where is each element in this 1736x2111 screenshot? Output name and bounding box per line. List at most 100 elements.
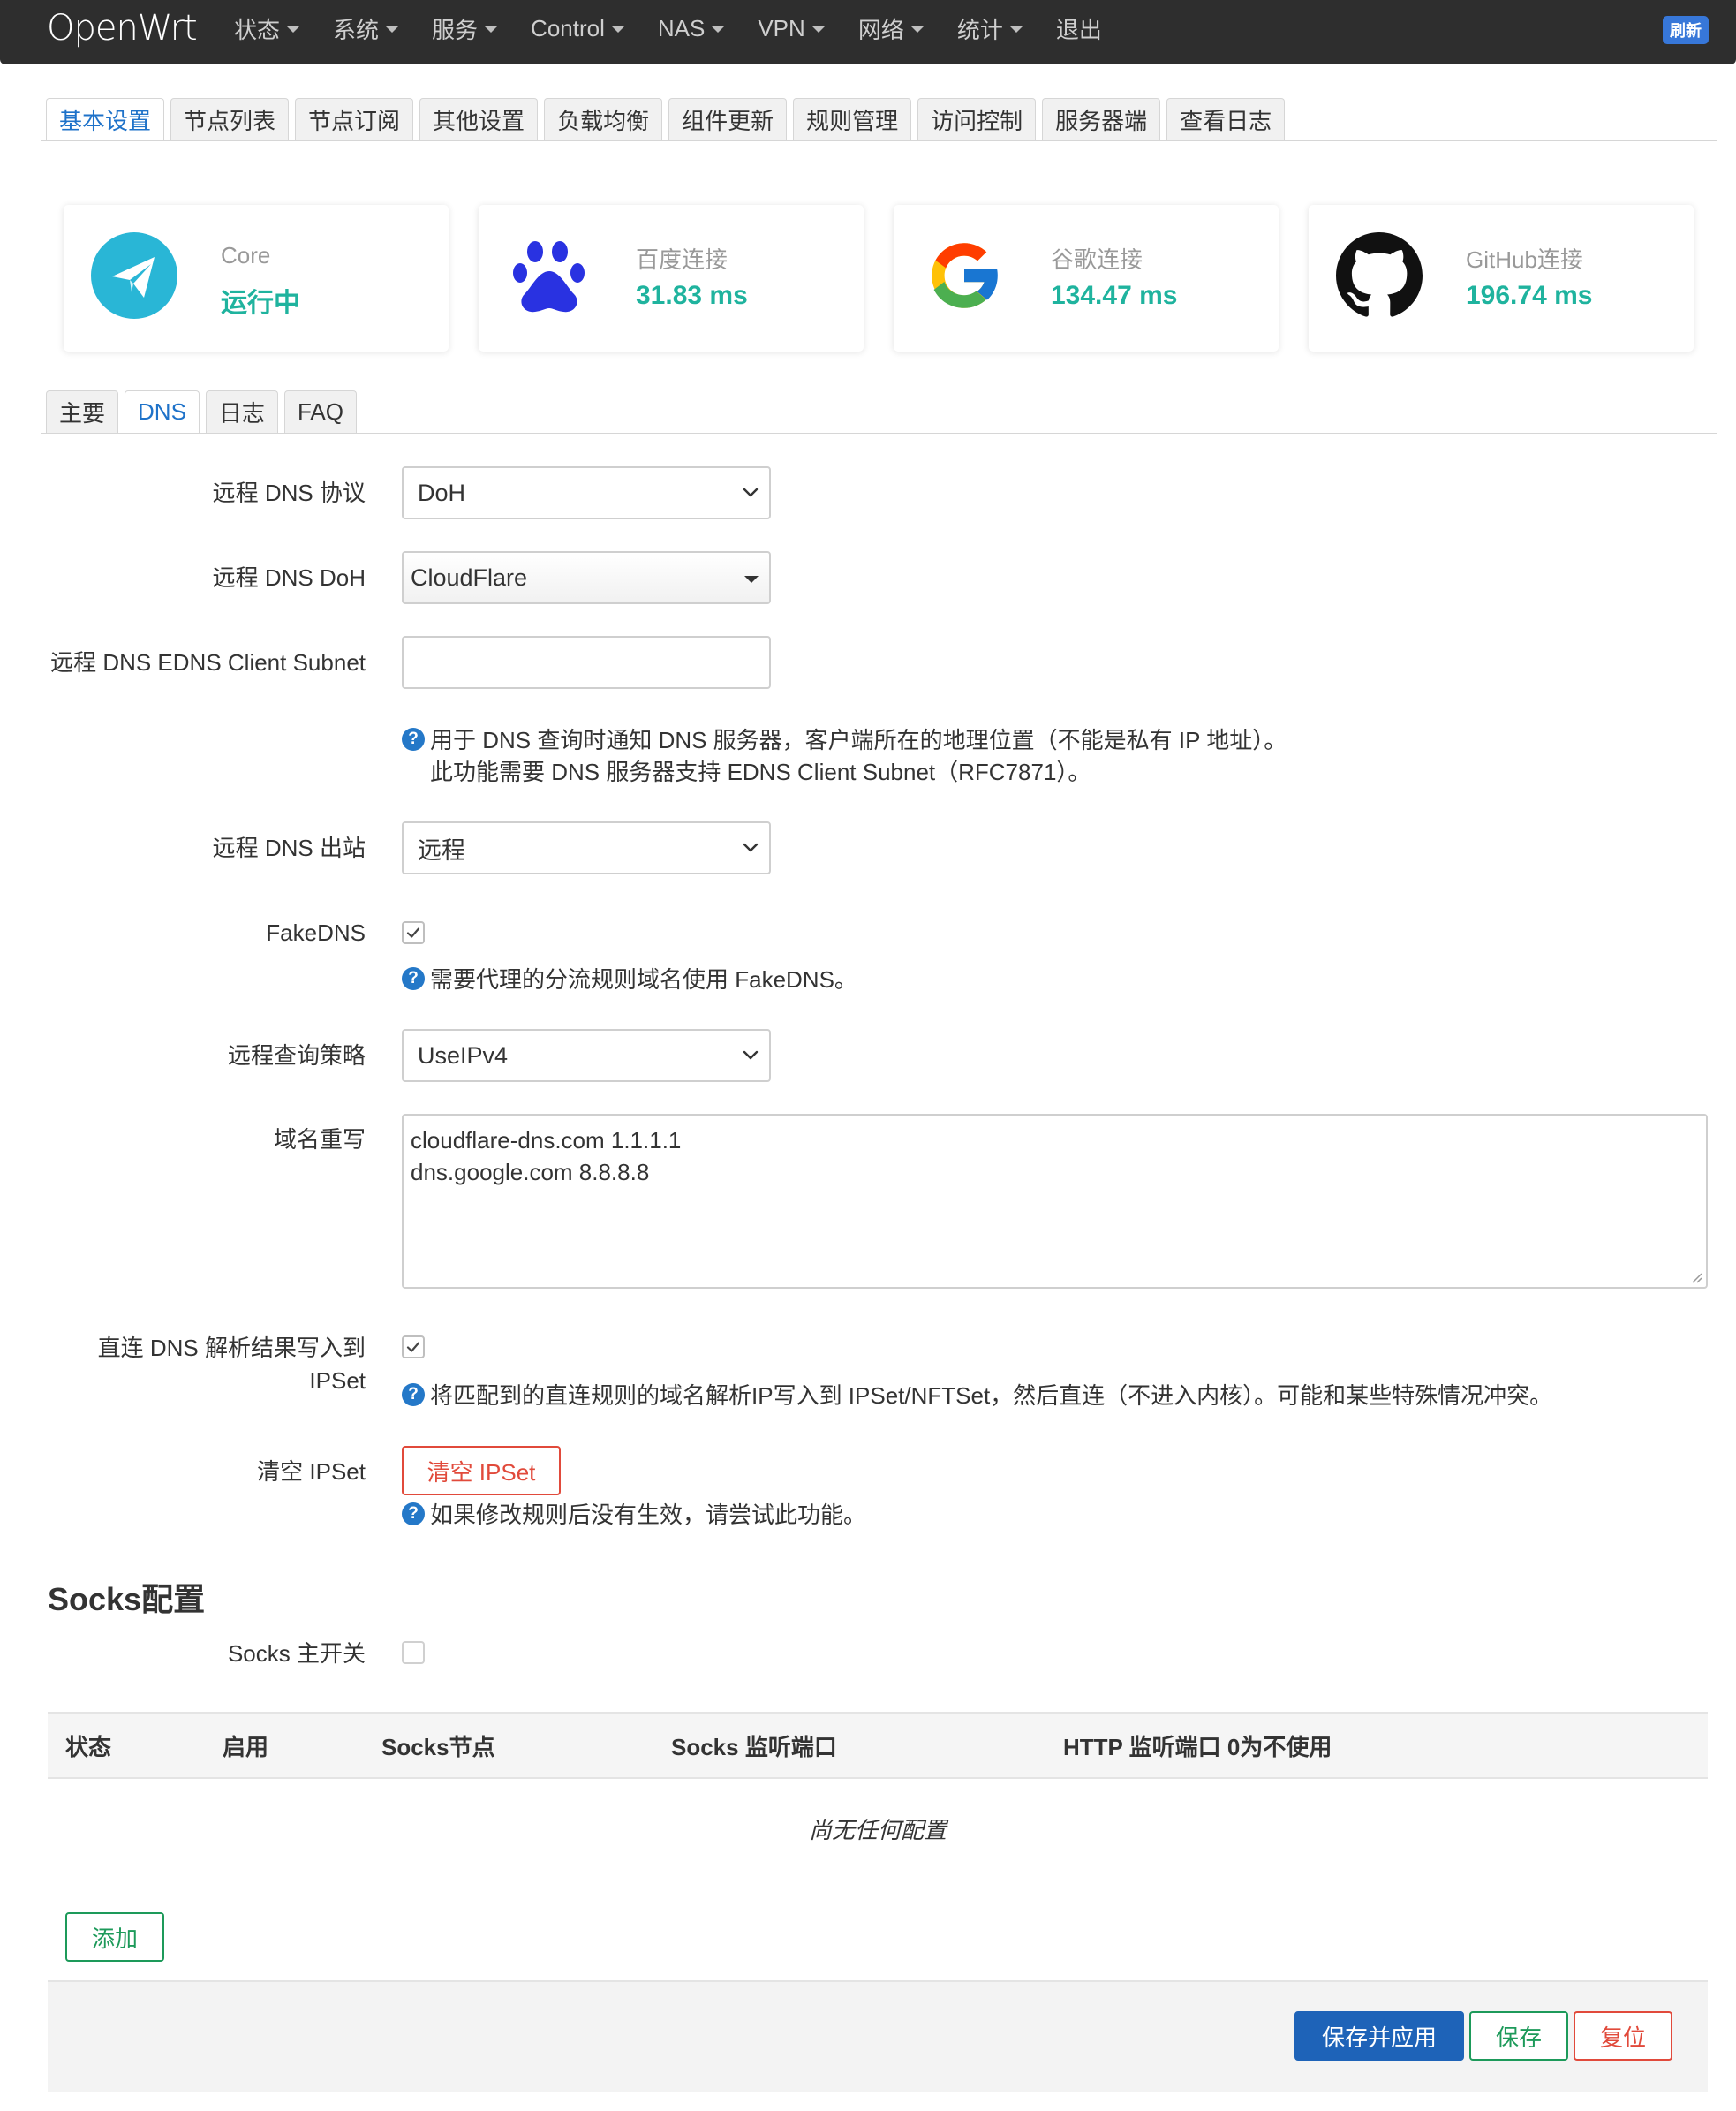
remote-dns-protocol-label: 远程 DNS 协议 xyxy=(212,480,366,506)
reset-button[interactable]: 复位 xyxy=(1574,2011,1672,2061)
clear-ipset-help: ? 如果修改规则后没有生效，请尝试此功能。 xyxy=(402,1499,866,1531)
tab-basic-settings[interactable]: 基本设置 xyxy=(46,98,165,140)
baidu-status-card[interactable]: 百度连接 31.83 ms xyxy=(479,205,864,352)
column-header: HTTP 监听端口 0为不使用 xyxy=(1063,1733,1332,1760)
tab-load-balance[interactable]: 负载均衡 xyxy=(544,98,663,140)
clear-ipset-label: 清空 IPSet xyxy=(257,1458,366,1485)
baidu-paw-icon xyxy=(505,231,593,320)
query-strategy-select[interactable]: UseIPv4 xyxy=(402,1029,771,1082)
nav-item-statistics[interactable]: 统计 xyxy=(957,12,1023,45)
tab-dns[interactable]: DNS xyxy=(125,390,200,433)
remote-dns-outbound-select[interactable]: 远程 xyxy=(402,821,771,874)
tab-faq[interactable]: FAQ xyxy=(283,390,357,433)
add-socks-button[interactable]: 添加 xyxy=(65,1912,164,1962)
chevron-down-icon xyxy=(743,1050,759,1060)
nav-item-control[interactable]: Control xyxy=(531,15,624,42)
help-icon: ? xyxy=(402,728,425,751)
column-header: Socks节点 xyxy=(381,1733,495,1760)
checkmark-icon xyxy=(406,927,420,938)
caret-down-icon xyxy=(611,26,624,33)
caret-down-icon xyxy=(386,26,399,33)
column-header: Socks 监听端口 xyxy=(671,1733,837,1760)
chevron-down-icon xyxy=(743,488,759,497)
column-header: 启用 xyxy=(223,1733,269,1760)
nav-item-status[interactable]: 状态 xyxy=(234,12,300,45)
nav-item-services[interactable]: 服务 xyxy=(432,12,498,45)
direct-dns-ipset-label: 直连 DNS 解析结果写入到 IPSet xyxy=(97,1335,366,1394)
tab-main[interactable]: 主要 xyxy=(46,390,119,433)
fakedns-help: ? 需要代理的分流规则域名使用 FakeDNS。 xyxy=(402,964,857,995)
empty-table-message: 尚无任何配置 xyxy=(808,1817,947,1843)
save-button[interactable]: 保存 xyxy=(1469,2011,1568,2061)
top-navbar: OpenWrt 状态 系统 服务 Control NAS VPN 网络 统计 退… xyxy=(0,0,1736,64)
nav-item-logout[interactable]: 退出 xyxy=(1056,12,1102,45)
refresh-button[interactable]: 刷新 xyxy=(1663,16,1709,44)
card-value: 运行中 xyxy=(221,289,300,318)
google-status-card[interactable]: 谷歌连接 134.47 ms xyxy=(894,205,1279,352)
resize-grip-icon[interactable] xyxy=(1688,1269,1702,1283)
remote-dns-outbound-label: 远程 DNS 出站 xyxy=(212,835,366,861)
caret-down-icon xyxy=(287,26,300,33)
socks-table-header: 状态 启用 Socks节点 Socks 监听端口 HTTP 监听端口 0为不使用 xyxy=(48,1712,1708,1779)
card-label: 百度连接 xyxy=(636,246,728,273)
card-value: 31.83 ms xyxy=(636,281,748,310)
help-icon: ? xyxy=(402,1502,425,1525)
caret-down-icon xyxy=(1009,26,1023,33)
domain-rewrite-textarea[interactable]: cloudflare-dns.com 1.1.1.1 dns.google.co… xyxy=(402,1114,1708,1289)
github-status-card[interactable]: GitHub连接 196.74 ms xyxy=(1309,205,1694,352)
nav-menu: 状态 系统 服务 Control NAS VPN 网络 统计 退出 xyxy=(234,0,1136,57)
brand-logo[interactable]: OpenWrt xyxy=(47,8,198,49)
tab-view-logs[interactable]: 查看日志 xyxy=(1166,98,1286,140)
column-header: 状态 xyxy=(65,1733,112,1760)
tab-node-list[interactable]: 节点列表 xyxy=(170,98,290,140)
tab-access-control[interactable]: 访问控制 xyxy=(917,98,1037,140)
help-icon: ? xyxy=(402,967,425,990)
tab-server-side[interactable]: 服务器端 xyxy=(1042,98,1161,140)
remote-dns-doh-select[interactable]: CloudFlare xyxy=(402,551,771,604)
tab-logs[interactable]: 日志 xyxy=(205,390,278,433)
tab-component-update[interactable]: 组件更新 xyxy=(668,98,788,140)
save-apply-button[interactable]: 保存并应用 xyxy=(1294,2011,1464,2061)
remote-dns-doh-label: 远程 DNS DoH xyxy=(212,564,366,591)
query-strategy-label: 远程查询策略 xyxy=(227,1042,366,1069)
github-icon xyxy=(1335,231,1423,320)
nav-item-vpn[interactable]: VPN xyxy=(758,15,825,42)
checkmark-icon xyxy=(406,1342,420,1352)
tab-divider xyxy=(41,140,1717,141)
caret-down-icon xyxy=(485,26,498,33)
nav-item-network[interactable]: 网络 xyxy=(858,12,924,45)
card-value: 196.74 ms xyxy=(1466,281,1593,310)
card-label: GitHub连接 xyxy=(1466,246,1583,273)
card-value: 134.47 ms xyxy=(1051,281,1178,310)
card-label: Core xyxy=(221,242,271,269)
remote-dns-protocol-select[interactable]: DoH xyxy=(402,466,771,519)
domain-rewrite-label: 域名重写 xyxy=(273,1126,366,1153)
tab-node-subscribe[interactable]: 节点订阅 xyxy=(295,98,414,140)
tab-rule-manage[interactable]: 规则管理 xyxy=(793,98,912,140)
tab-divider xyxy=(41,433,1717,434)
edns-help: ? 用于 DNS 查询时通知 DNS 服务器，客户端所在的地理位置（不能是私有 … xyxy=(402,724,1287,788)
sub-tabs: 主要 DNS 日志 FAQ xyxy=(46,390,363,433)
nav-item-nas[interactable]: NAS xyxy=(658,15,725,42)
socks-master-switch-label: Socks 主开关 xyxy=(227,1640,366,1667)
edns-client-subnet-input[interactable] xyxy=(402,636,771,689)
card-label: 谷歌连接 xyxy=(1051,246,1143,273)
socks-section-title: Socks配置 xyxy=(48,1581,206,1617)
caret-down-icon xyxy=(811,26,825,33)
direct-dns-ipset-checkbox[interactable] xyxy=(402,1335,425,1358)
tab-other-settings[interactable]: 其他设置 xyxy=(419,98,539,140)
fakedns-checkbox[interactable] xyxy=(402,921,425,944)
fakedns-label: FakeDNS xyxy=(266,919,366,946)
main-tabs: 基本设置 节点列表 节点订阅 其他设置 负载均衡 组件更新 规则管理 访问控制 … xyxy=(46,98,1291,140)
paper-plane-icon xyxy=(90,231,178,320)
direct-dns-ipset-help: ? 将匹配到的直连规则的域名解析IP写入到 IPSet/NFTSet，然后直连（… xyxy=(402,1380,1552,1411)
socks-master-switch-checkbox[interactable] xyxy=(402,1641,425,1664)
core-status-card: Core 运行中 xyxy=(64,205,449,352)
clear-ipset-button[interactable]: 清空 IPSet xyxy=(402,1446,561,1495)
caret-down-icon xyxy=(712,26,725,33)
nav-item-system[interactable]: 系统 xyxy=(333,12,399,45)
help-icon: ? xyxy=(402,1383,425,1406)
caret-down-icon xyxy=(744,576,759,583)
google-icon xyxy=(920,231,1008,320)
caret-down-icon xyxy=(910,26,924,33)
